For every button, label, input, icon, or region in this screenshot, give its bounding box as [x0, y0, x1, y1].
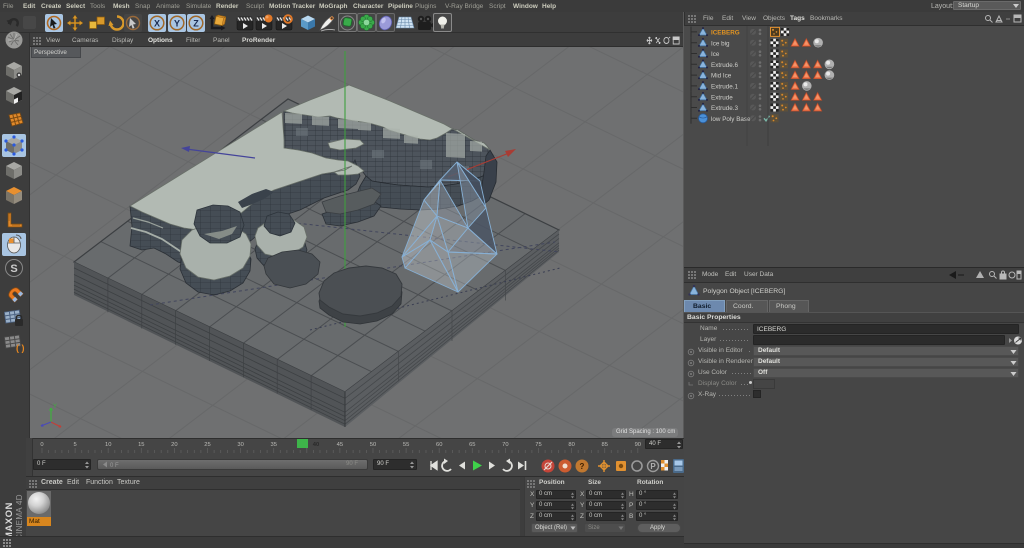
svg-text:Extrude.6: Extrude.6 — [711, 62, 738, 69]
svg-text:10: 10 — [105, 442, 111, 448]
svg-text:( ): ( ) — [16, 343, 25, 353]
svg-text:Z: Z — [193, 19, 199, 29]
svg-text:Ice big: Ice big — [711, 40, 730, 47]
svg-text:Ice: Ice — [711, 51, 720, 58]
svg-text:15: 15 — [138, 442, 144, 448]
svg-text:20: 20 — [171, 442, 177, 448]
svg-text:65: 65 — [469, 442, 475, 448]
svg-text:X: X — [154, 19, 160, 29]
svg-text:Mid Ice: Mid Ice — [711, 73, 732, 80]
svg-text:0: 0 — [40, 442, 43, 448]
svg-text:30: 30 — [237, 442, 243, 448]
svg-text:35: 35 — [270, 442, 276, 448]
svg-text:25: 25 — [204, 442, 210, 448]
svg-text:85: 85 — [601, 442, 607, 448]
svg-text:ICEBERG: ICEBERG — [711, 30, 740, 37]
svg-text:S: S — [10, 263, 17, 275]
svg-text:5: 5 — [73, 442, 76, 448]
svg-text:75: 75 — [535, 442, 541, 448]
svg-text:0 F: 0 F — [110, 463, 119, 469]
svg-text:low Poly Base: low Poly Base — [711, 116, 751, 123]
svg-text:MAXON: MAXON — [4, 502, 15, 540]
svg-text:55: 55 — [403, 442, 409, 448]
svg-text:Extrude.3: Extrude.3 — [711, 105, 738, 112]
svg-text:60: 60 — [436, 442, 442, 448]
svg-text:90: 90 — [635, 442, 641, 448]
svg-text:P: P — [650, 462, 656, 471]
svg-text:?: ? — [580, 462, 585, 471]
svg-text:45: 45 — [337, 442, 343, 448]
svg-text:70: 70 — [502, 442, 508, 448]
svg-text:Y: Y — [53, 404, 57, 410]
svg-text:Extrude.1: Extrude.1 — [711, 84, 738, 91]
svg-text:Y: Y — [174, 19, 180, 29]
svg-text:80: 80 — [568, 442, 574, 448]
svg-text:CINEMA 4D: CINEMA 4D — [15, 494, 24, 540]
svg-text:40: 40 — [313, 442, 319, 448]
svg-text:50: 50 — [370, 442, 376, 448]
svg-text:Extrude: Extrude — [711, 94, 733, 101]
